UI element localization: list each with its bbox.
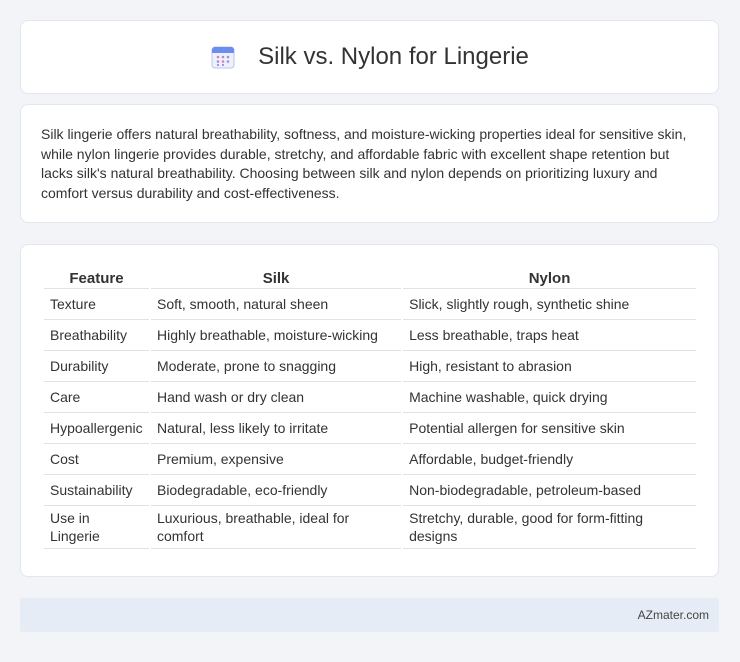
- cell-nylon: Machine washable, quick drying: [403, 382, 696, 413]
- cell-silk: Hand wash or dry clean: [150, 382, 402, 413]
- table-row: Breathability Highly breathable, moistur…: [44, 320, 696, 351]
- title-card: Silk vs. Nylon for Lingerie: [20, 20, 719, 94]
- table-row: Use in Lingerie Luxurious, breathable, i…: [44, 506, 696, 549]
- header-silk: Silk: [150, 265, 402, 289]
- calendar-icon: [211, 46, 235, 69]
- cell-silk: Moderate, prone to snagging: [150, 351, 402, 382]
- cell-feature: Breathability: [44, 320, 149, 351]
- cell-feature: Care: [44, 382, 149, 413]
- table-row: Hypoallergenic Natural, less likely to i…: [44, 413, 696, 444]
- table-row: Cost Premium, expensive Affordable, budg…: [44, 444, 696, 475]
- cell-silk: Biodegradable, eco-friendly: [150, 475, 402, 506]
- table-row: Durability Moderate, prone to snagging H…: [44, 351, 696, 382]
- cell-nylon: Stretchy, durable, good for form-fitting…: [403, 506, 696, 549]
- table-row: Care Hand wash or dry clean Machine wash…: [44, 382, 696, 413]
- cell-silk: Natural, less likely to irritate: [150, 413, 402, 444]
- cell-nylon: Potential allergen for sensitive skin: [403, 413, 696, 444]
- cell-feature: Use in Lingerie: [44, 506, 149, 549]
- title-wrap: Silk vs. Nylon for Lingerie: [210, 43, 529, 71]
- cell-silk: Premium, expensive: [150, 444, 402, 475]
- cell-feature: Durability: [44, 351, 149, 382]
- header-nylon: Nylon: [403, 265, 696, 289]
- cell-nylon: Non-biodegradable, petroleum-based: [403, 475, 696, 506]
- cell-feature: Sustainability: [44, 475, 149, 506]
- cell-silk: Highly breathable, moisture-wicking: [150, 320, 402, 351]
- cell-feature: Texture: [44, 289, 149, 320]
- cell-feature: Cost: [44, 444, 149, 475]
- cell-silk: Luxurious, breathable, ideal for comfort: [150, 506, 402, 549]
- cell-nylon: Less breathable, traps heat: [403, 320, 696, 351]
- comparison-table: Feature Silk Nylon Texture Soft, smooth,…: [42, 265, 698, 549]
- intro-text: Silk lingerie offers natural breathabili…: [41, 126, 687, 201]
- footer-bar: AZmater.com: [20, 598, 719, 632]
- cell-nylon: High, resistant to abrasion: [403, 351, 696, 382]
- cell-nylon: Affordable, budget-friendly: [403, 444, 696, 475]
- page-title: Silk vs. Nylon for Lingerie: [258, 43, 529, 70]
- cell-silk: Soft, smooth, natural sheen: [150, 289, 402, 320]
- cell-nylon: Slick, slightly rough, synthetic shine: [403, 289, 696, 320]
- table-header-row: Feature Silk Nylon: [44, 265, 696, 289]
- footer-brand: AZmater.com: [637, 608, 709, 622]
- cell-feature: Hypoallergenic: [44, 413, 149, 444]
- intro-card: Silk lingerie offers natural breathabili…: [20, 104, 719, 223]
- table-row: Texture Soft, smooth, natural sheen Slic…: [44, 289, 696, 320]
- table-row: Sustainability Biodegradable, eco-friend…: [44, 475, 696, 506]
- comparison-table-card: Feature Silk Nylon Texture Soft, smooth,…: [20, 244, 719, 577]
- header-feature: Feature: [44, 265, 149, 289]
